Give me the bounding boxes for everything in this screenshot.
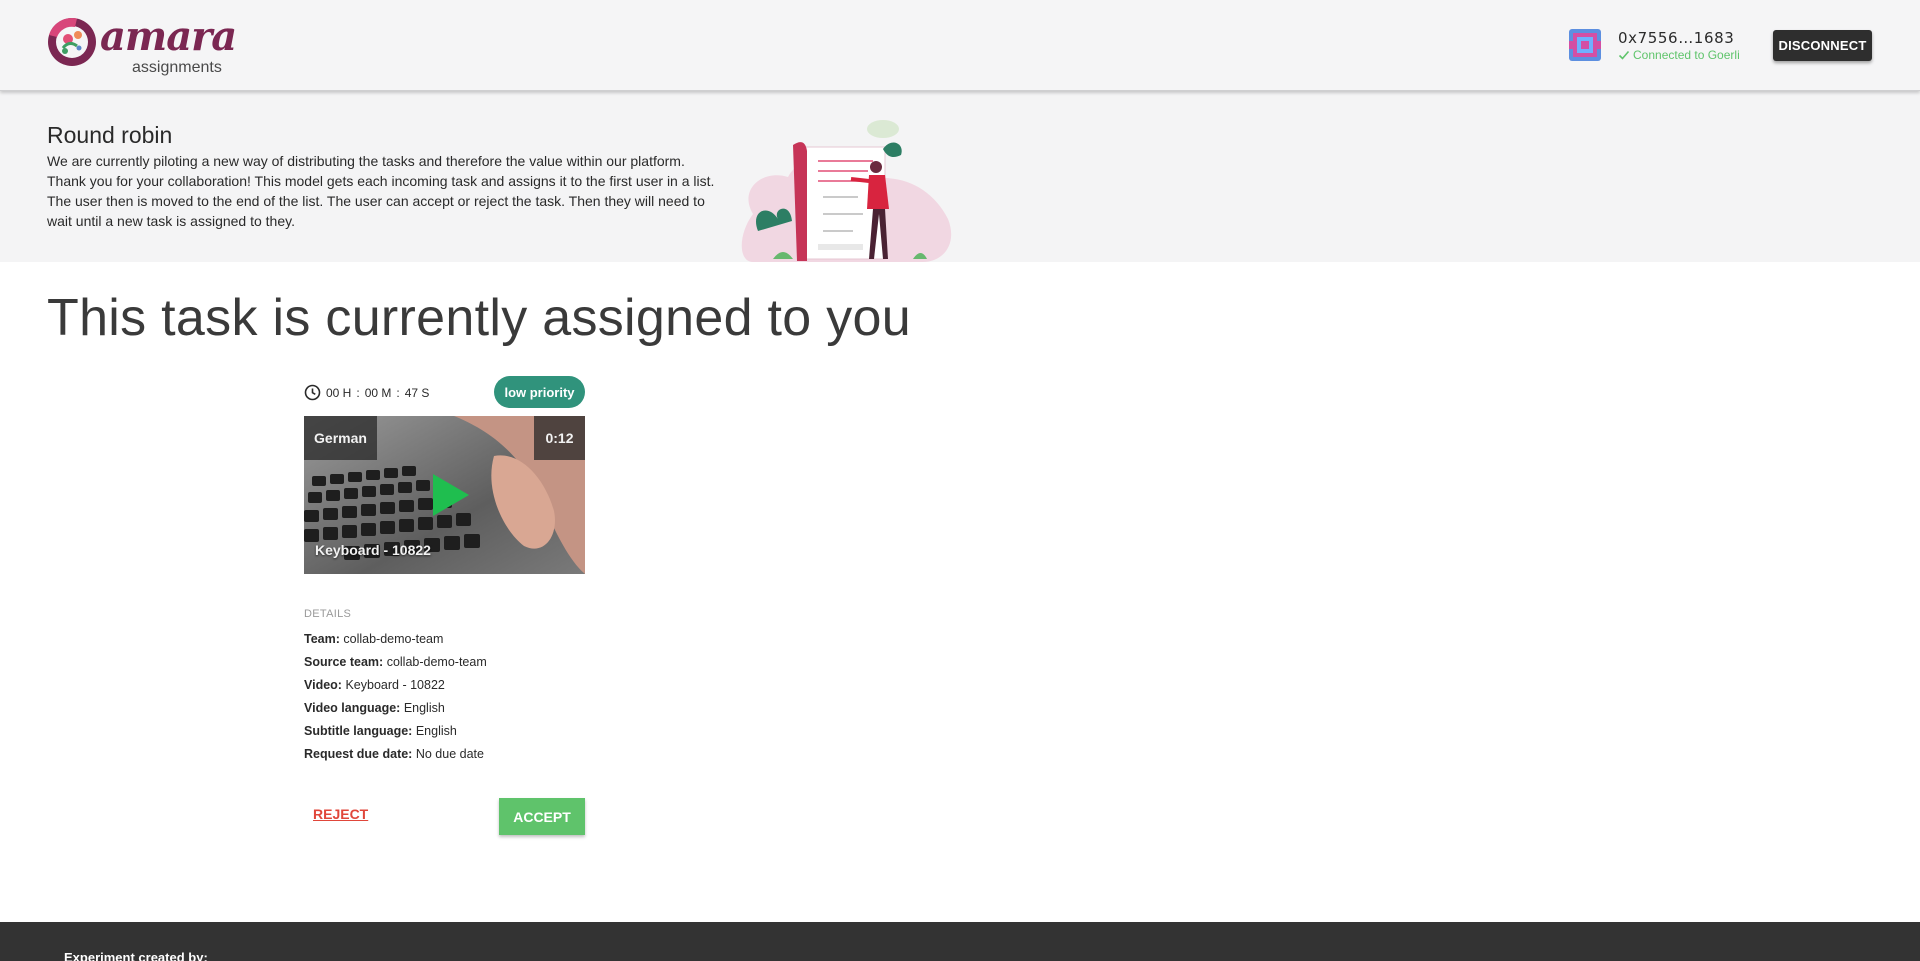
detail-label: Source team: — [304, 655, 384, 669]
timer-separator: : — [396, 385, 400, 400]
accept-button[interactable]: ACCEPT — [499, 798, 585, 835]
detail-video: Video: Keyboard - 10822 — [304, 677, 487, 700]
detail-label: Video language: — [304, 701, 401, 715]
video-thumbnail[interactable]: German 0:12 Keyboard - 10822 — [304, 416, 585, 574]
amara-logo[interactable]: amara assignments — [47, 13, 237, 76]
disconnect-button[interactable]: DISCONNECT — [1773, 30, 1872, 61]
wallet-info: 0x7556…1683 Connected to Goerli — [1569, 29, 1740, 62]
detail-value: English — [415, 724, 457, 738]
wallet-avatar — [1569, 29, 1601, 61]
footer-credit: Experiment created by: — [64, 950, 208, 961]
timer-seconds: 47 S — [404, 385, 430, 400]
info-banner: Round robin We are currently piloting a … — [0, 91, 1920, 262]
timer-hours: 00 H — [326, 385, 352, 400]
round-robin-illustration — [741, 120, 952, 262]
task-details: Team: collab-demo-team Source team: coll… — [304, 631, 487, 769]
check-icon — [1618, 50, 1630, 60]
page-title: This task is currently assigned to you — [47, 289, 911, 347]
timer-minutes: 00 M — [364, 385, 392, 400]
amara-logo-icon — [48, 17, 96, 66]
detail-label: Request due date: — [304, 747, 413, 761]
detail-value: collab-demo-team — [343, 632, 444, 646]
priority-badge: low priority — [494, 376, 585, 408]
banner-title: Round robin — [47, 122, 173, 148]
detail-label: Team: — [304, 632, 340, 646]
banner-description: We are currently piloting a new way of d… — [47, 153, 715, 229]
video-duration-tag: 0:12 — [534, 416, 585, 460]
detail-value: No due date — [415, 747, 484, 761]
logo-subtitle: assignments — [132, 59, 222, 76]
task-timer: 00 H : 00 M : 47 S — [304, 384, 429, 401]
detail-value: collab-demo-team — [386, 655, 487, 669]
details-heading: DETAILS — [304, 608, 352, 620]
detail-video-language: Video language: English — [304, 700, 487, 723]
detail-source-team: Source team: collab-demo-team — [304, 654, 487, 677]
detail-label: Subtitle language: — [304, 724, 413, 738]
logo-wordmark: amara — [100, 13, 237, 60]
detail-label: Video: — [304, 678, 342, 692]
video-title: Keyboard - 10822 — [315, 542, 431, 558]
app-header: amara assignments 0x7556…1683 Connected … — [0, 0, 1920, 91]
clock-icon — [304, 384, 321, 401]
reject-button[interactable]: REJECT — [313, 806, 368, 822]
network-status-label: Connected to Goerli — [1633, 48, 1740, 62]
detail-value: Keyboard - 10822 — [345, 678, 445, 692]
page-footer: Experiment created by: — [0, 922, 1920, 961]
network-status: Connected to Goerli — [1618, 48, 1740, 62]
video-language-tag: German — [304, 416, 377, 460]
timer-separator: : — [356, 385, 360, 400]
detail-due-date: Request due date: No due date — [304, 746, 487, 769]
play-icon[interactable] — [431, 472, 471, 518]
wallet-address: 0x7556…1683 — [1618, 29, 1735, 47]
detail-team: Team: collab-demo-team — [304, 631, 487, 654]
detail-subtitle-language: Subtitle language: English — [304, 723, 487, 746]
detail-value: English — [403, 701, 445, 715]
